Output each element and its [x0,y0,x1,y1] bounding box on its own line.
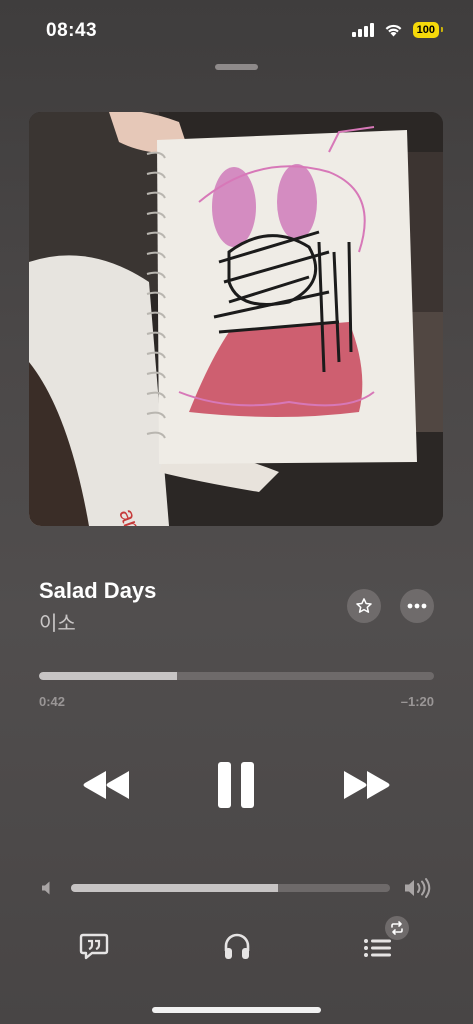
status-bar: 08:43 100 [0,0,473,60]
speaker-low-icon [42,881,50,895]
rewind-button[interactable] [76,762,138,808]
headphones-icon [224,933,250,959]
lyrics-button[interactable] [79,931,109,961]
cellular-signal-icon [351,23,374,37]
repeat-badge[interactable] [385,916,409,940]
pause-button[interactable] [206,756,266,814]
elapsed-time: 0:42 [39,694,66,709]
more-button[interactable] [400,589,434,623]
playback-scrubber[interactable] [39,672,434,680]
sheet-grabber[interactable] [215,64,258,70]
status-time: 08:43 [46,20,98,41]
pause-icon [218,762,254,808]
playback-progress-fill [39,672,178,680]
album-artwork: annie [29,112,443,526]
wifi-icon [385,24,402,37]
status-icons: 100 [351,22,444,38]
ellipsis-icon [407,603,427,609]
remaining-time: –1:20 [400,694,434,709]
lyrics-icon [79,933,109,960]
track-artist[interactable]: 이소 [39,607,76,636]
fast-forward-icon [344,771,390,799]
speaker-high-icon [405,878,431,898]
volume-fill [71,884,279,892]
audio-output-button[interactable] [221,930,253,962]
track-title: Salad Days [39,578,157,603]
star-icon [356,598,372,613]
battery-icon: 100 [412,22,444,38]
fast-forward-button[interactable] [335,762,397,808]
repeat-icon [391,921,403,935]
rewind-icon [83,771,129,799]
favorite-button[interactable] [347,589,381,623]
volume-slider[interactable] [71,884,390,892]
home-indicator[interactable] [152,1007,321,1013]
